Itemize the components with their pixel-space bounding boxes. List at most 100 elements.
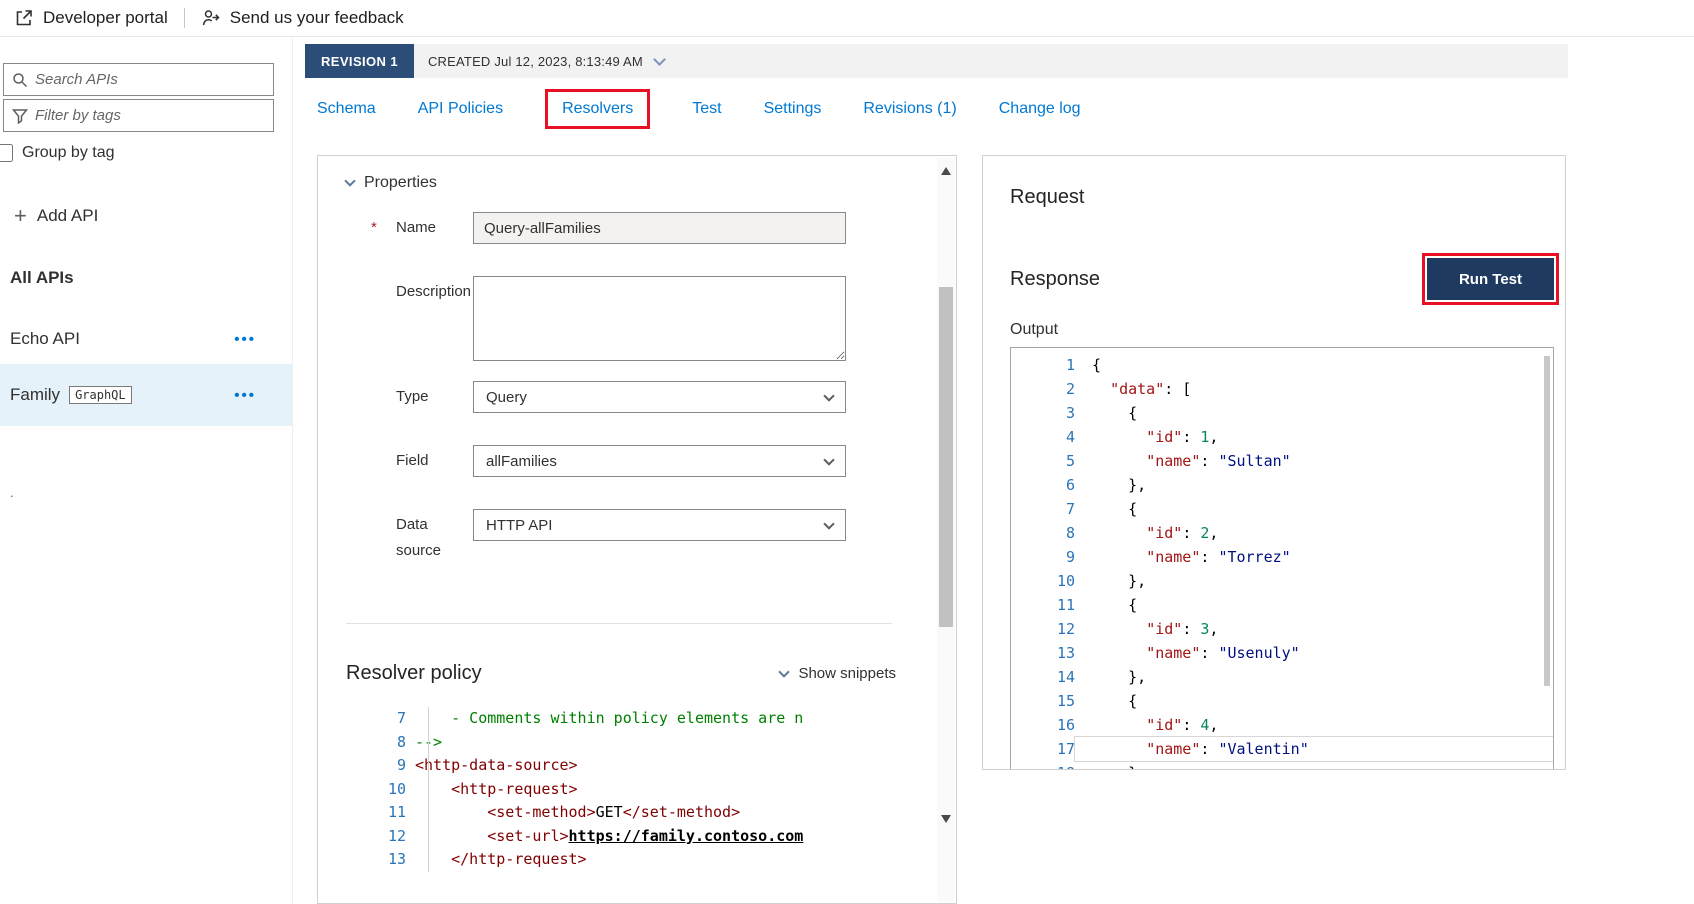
- all-apis-heading: All APIs: [10, 268, 74, 287]
- search-icon: [13, 72, 28, 87]
- code-line-12: 12 "id": 3,: [1011, 617, 1553, 641]
- chevron-down-icon: [778, 665, 791, 678]
- line-number: 7: [1065, 500, 1075, 518]
- code-line-16: 16 "id": 4,: [1011, 713, 1553, 737]
- api-list: Echo API Family GraphQL: [0, 314, 292, 426]
- filter-tags-input[interactable]: [35, 107, 265, 124]
- name-field-row: * Name: [346, 212, 892, 256]
- line-number: 9: [396, 756, 406, 774]
- tab-schema[interactable]: Schema: [317, 100, 376, 118]
- scroll-down-icon[interactable]: [941, 815, 951, 823]
- show-snippets-label: Show snippets: [798, 665, 896, 682]
- line-number: 10: [387, 779, 406, 798]
- topbar-divider: [183, 8, 185, 28]
- line-number: 14: [1056, 668, 1075, 686]
- code-line-9: 9 "name": "Torrez": [1011, 545, 1553, 569]
- test-panel: Request Response Run Test Output 1{2 "da…: [982, 155, 1566, 770]
- data-source-select[interactable]: HTTP API: [473, 509, 846, 541]
- line-number: 8: [1065, 524, 1075, 542]
- line-number: 10: [1056, 572, 1075, 590]
- tab-change-log[interactable]: Change log: [999, 100, 1081, 118]
- data-source-label: Data source: [396, 516, 442, 559]
- run-test-highlight: Run Test: [1422, 253, 1559, 305]
- line-number: 4: [1065, 428, 1075, 446]
- code-line-11: 11 <set-method>GET</set-method>: [346, 801, 956, 825]
- data-source-select-value: HTTP API: [486, 516, 553, 534]
- tab-api-policies[interactable]: API Policies: [418, 100, 503, 118]
- response-heading: Response: [1010, 267, 1101, 290]
- tab-strip: Schema API Policies Resolvers Test Settings R…: [317, 86, 1081, 132]
- code-line-13: 13 "name": "Usenuly": [1011, 641, 1553, 665]
- line-number: 18: [1011, 761, 1075, 769]
- field-select[interactable]: allFamilies: [473, 445, 846, 477]
- type-field-row: Type Query: [346, 381, 892, 425]
- tab-revisions-1[interactable]: Revisions (1): [863, 100, 956, 118]
- response-row: Response Run Test: [1010, 253, 1559, 305]
- section-divider: [346, 623, 892, 624]
- show-snippets-button[interactable]: Show snippets: [778, 665, 896, 682]
- code-line-2: 2 "data": [: [1011, 377, 1553, 401]
- group-by-tag-checkbox[interactable]: [0, 144, 13, 162]
- chevron-down-icon: [823, 390, 835, 402]
- line-number: 8: [396, 732, 406, 751]
- revision-chip[interactable]: REVISION 1: [305, 44, 414, 78]
- graphql-badge: GraphQL: [69, 386, 132, 404]
- external-link-icon: [16, 10, 32, 26]
- add-api-label: Add API: [36, 206, 99, 225]
- code-line-1: 1{: [1011, 353, 1553, 377]
- scroll-up-icon[interactable]: [941, 167, 951, 175]
- feedback-label: Send us your feedback: [229, 8, 404, 27]
- chevron-down-icon: [653, 52, 666, 66]
- name-input[interactable]: [473, 212, 846, 244]
- properties-title: Properties: [364, 174, 437, 191]
- developer-portal-link[interactable]: Developer portal: [14, 8, 168, 28]
- tab-resolvers[interactable]: Resolvers: [545, 89, 651, 129]
- created-info[interactable]: CREATED Jul 12, 2023, 8:13:49 AM: [414, 44, 666, 78]
- chevron-down-icon: [823, 454, 835, 466]
- output-editor[interactable]: 1{2 "data": [3 {4 "id": 1, 5 "name": "Sul…: [1010, 347, 1554, 769]
- line-number: 5: [1065, 452, 1075, 470]
- filter-tags-box: [3, 99, 274, 132]
- app-root: Developer portal Send us your feedback G…: [0, 0, 1694, 904]
- code-line-10: 10 },: [1011, 569, 1553, 593]
- line-number: 6: [1065, 476, 1075, 494]
- code-line-8: 8 -->: [346, 731, 956, 755]
- code-line-3: 3 {: [1011, 401, 1553, 425]
- group-by-tag-row: Group by tag: [0, 144, 292, 162]
- policy-code-editor[interactable]: 7 - Comments within policy elements are …: [318, 707, 956, 872]
- code-line-9: 9 <http-data-source>: [346, 754, 956, 778]
- run-test-button[interactable]: Run Test: [1427, 258, 1554, 300]
- properties-section-toggle[interactable]: Properties: [344, 174, 956, 192]
- api-name: Echo API: [10, 329, 80, 348]
- scrollbar-thumb[interactable]: [939, 287, 953, 627]
- more-menu-icon[interactable]: [234, 385, 256, 405]
- tab-test[interactable]: Test: [692, 100, 721, 118]
- line-number: 13: [387, 850, 406, 868]
- resolver-properties-panel: Properties * Name Description Type Query: [317, 155, 957, 904]
- line-number: 15: [1056, 692, 1075, 710]
- feedback-link[interactable]: Send us your feedback: [201, 8, 404, 28]
- code-line-13: 13 </http-request>: [346, 848, 956, 872]
- required-asterisk: *: [371, 219, 377, 236]
- type-select[interactable]: Query: [473, 381, 846, 413]
- indent-guide: [428, 707, 429, 872]
- code-line-10: 10 <http-request>: [346, 778, 956, 802]
- code-line-8: 8 "id": 2,: [1011, 521, 1553, 545]
- filter-icon: [12, 108, 28, 124]
- line-number: 9: [1065, 548, 1075, 566]
- line-number: 13: [1056, 644, 1075, 662]
- api-item-echo-api[interactable]: Echo API: [0, 314, 292, 364]
- panel-scrollbar[interactable]: [937, 157, 955, 902]
- search-apis-input[interactable]: [35, 71, 265, 88]
- line-number: 11: [387, 803, 406, 821]
- tab-settings[interactable]: Settings: [764, 100, 822, 118]
- api-item-family[interactable]: Family GraphQL: [0, 364, 292, 426]
- output-scrollbar-thumb[interactable]: [1544, 356, 1550, 686]
- revision-bar: REVISION 1 CREATED Jul 12, 2023, 8:13:49…: [305, 44, 1568, 78]
- type-label: Type: [396, 388, 429, 405]
- more-menu-icon[interactable]: [234, 329, 256, 349]
- field-select-value: allFamilies: [486, 452, 557, 470]
- add-api-button[interactable]: + Add API: [14, 205, 292, 227]
- search-apis-box: [3, 63, 274, 96]
- description-textarea[interactable]: [473, 276, 846, 361]
